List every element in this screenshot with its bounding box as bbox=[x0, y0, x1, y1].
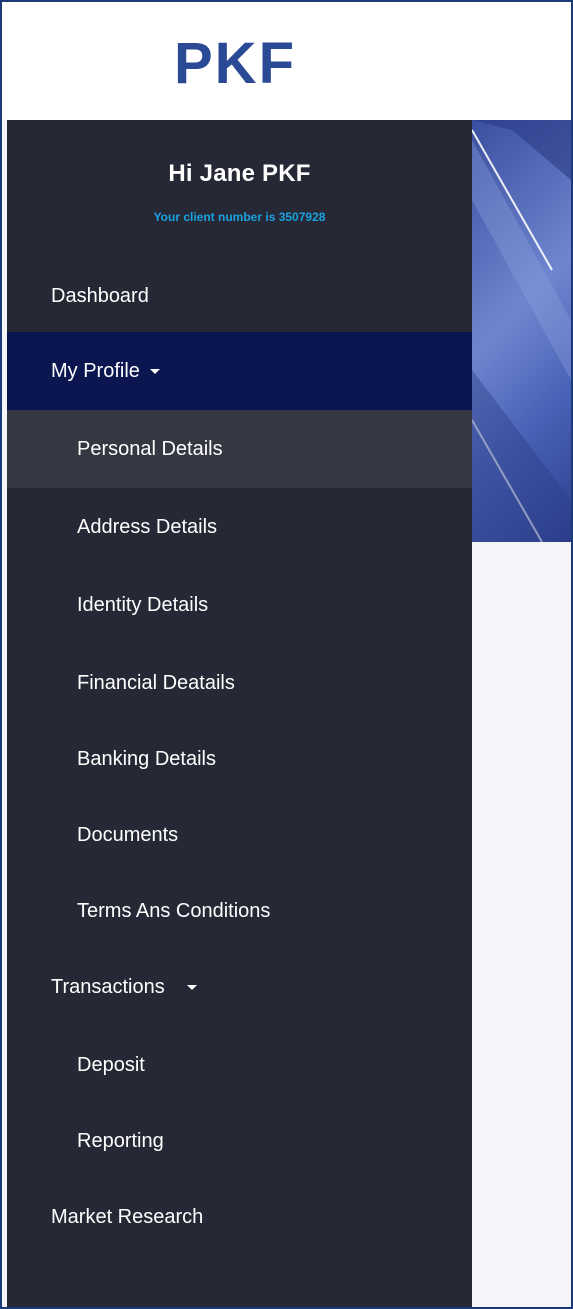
nav-banking-details-label: Banking Details bbox=[77, 747, 216, 770]
nav-address-details-label: Address Details bbox=[77, 515, 218, 538]
hero-banner bbox=[472, 120, 571, 542]
nav-my-profile-label: My Profile bbox=[51, 359, 140, 382]
client-number: Your client number is 3507928 bbox=[153, 210, 326, 224]
nav-my-profile[interactable]: My Profile bbox=[7, 332, 472, 410]
nav-personal-details-label: Personal Details bbox=[77, 437, 223, 460]
nav-terms-and-conditions[interactable]: Terms Ans Conditions bbox=[7, 872, 472, 950]
nav-documents[interactable]: Documents bbox=[7, 796, 472, 874]
nav-banking-details[interactable]: Banking Details bbox=[7, 720, 472, 798]
main-content bbox=[472, 542, 571, 1307]
logo-text: PKF bbox=[174, 31, 296, 91]
nav-address-details[interactable]: Address Details bbox=[7, 488, 472, 566]
nav-documents-label: Documents bbox=[77, 823, 179, 846]
nav-market-research[interactable]: Market Research bbox=[7, 1178, 472, 1256]
pkf-logo-mark: PKF bbox=[174, 31, 296, 91]
sidebar: Hi Jane PKF Your client number is 350792… bbox=[7, 120, 472, 1307]
nav-transactions[interactable]: Transactions bbox=[7, 948, 472, 1026]
nav-terms-and-conditions-label: Terms Ans Conditions bbox=[77, 899, 271, 922]
nav-financial-details[interactable]: Financial Deatails bbox=[7, 644, 472, 722]
user-greeting: Hi Jane PKF bbox=[168, 160, 311, 187]
app-frame: PKF Hi Jane PKF Your client number is 35… bbox=[0, 0, 573, 1309]
nav-personal-details[interactable]: Personal Details bbox=[7, 410, 472, 488]
nav-financial-details-label: Financial Deatails bbox=[77, 671, 235, 694]
caret-down-icon bbox=[149, 368, 160, 374]
header: PKF bbox=[2, 2, 571, 120]
banner-graphic bbox=[472, 120, 571, 542]
pkf-logo[interactable]: PKF bbox=[142, 2, 327, 120]
nav-reporting[interactable]: Reporting bbox=[7, 1102, 472, 1180]
nav-dashboard-label: Dashboard bbox=[51, 284, 149, 307]
nav-market-research-label: Market Research bbox=[51, 1205, 204, 1228]
caret-down-icon bbox=[186, 984, 197, 990]
nav-deposit[interactable]: Deposit bbox=[7, 1026, 472, 1104]
nav-identity-details-label: Identity Details bbox=[77, 593, 209, 616]
nav-identity-details[interactable]: Identity Details bbox=[7, 566, 472, 644]
nav-transactions-label: Transactions bbox=[51, 975, 165, 998]
nav-reporting-label: Reporting bbox=[77, 1129, 164, 1152]
nav-deposit-label: Deposit bbox=[77, 1053, 145, 1076]
nav-dashboard[interactable]: Dashboard bbox=[7, 260, 472, 332]
